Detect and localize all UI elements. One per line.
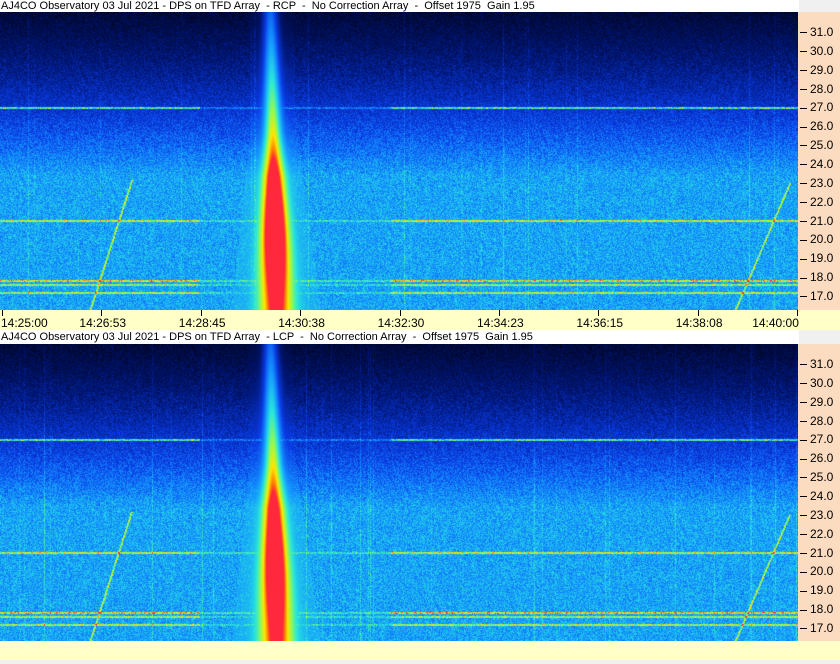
rcp-panel-title: AJ4CO Observatory 03 Jul 2021 - DPS on T… [0,0,799,12]
x-tick-label: 14:36:15 [576,316,624,330]
y-tick-label: 25.0 [800,139,833,151]
lcp-panel-title: AJ4CO Observatory 03 Jul 2021 - DPS on T… [0,330,799,344]
y-tick-label: 26.0 [800,120,833,132]
y-tick-label: 20.0 [800,233,833,245]
y-tick-label: 23.0 [800,177,833,189]
y-tick-label: 25.0 [800,471,833,483]
x-tick-label: 14:38:08 [675,316,723,330]
y-tick-label: 30.0 [800,377,833,389]
y-tick-label: 23.0 [800,509,833,521]
y-tick-label: 22.0 [800,196,833,208]
x-tick-label: 14:28:45 [178,316,226,330]
x-tick-label: 14:26:53 [79,316,127,330]
y-tick-label: 29.0 [800,64,833,76]
y-tick-label: 29.0 [800,396,833,408]
y-tick-label: 30.0 [800,45,833,57]
x-tick-label: 14:32:30 [377,316,425,330]
y-tick-label: 22.0 [800,528,833,540]
y-tick-label: 27.0 [800,433,833,445]
x-tick-label: 14:25:00 [1,316,48,330]
y-tick-label: 24.0 [800,158,833,170]
y-tick-label: 19.0 [800,252,833,264]
rcp-frequency-axis: 31.0 30.0 29.0 28.0 27.0 26.0 25.0 24.0 23.0 22.0… [798,12,840,310]
y-tick-label: 18.0 [800,603,833,615]
lcp-spectrogram [0,344,798,641]
y-tick-label: 19.0 [800,584,833,596]
lcp-frequency-axis: 31.0 30.0 29.0 28.0 27.0 26.0 25.0 24.0 23.0 22.0… [798,344,840,641]
y-tick-label: 17.0 [800,290,833,302]
bottom-time-axis [0,641,840,660]
y-tick-label: 28.0 [800,83,833,95]
rcp-spectrogram [0,12,798,310]
y-tick-label: 17.0 [800,622,833,634]
y-tick-label: 27.0 [800,101,833,113]
y-tick-label: 21.0 [800,547,833,559]
y-tick-label: 31.0 [800,26,833,38]
y-tick-label: 21.0 [800,215,833,227]
y-tick-label: 26.0 [800,452,833,464]
y-tick-label: 28.0 [800,415,833,427]
x-tick-label: 14:34:23 [477,316,524,330]
y-tick-label: 20.0 [800,565,833,577]
y-tick-label: 18.0 [800,271,833,283]
time-axis: 14:25:00 14:26:53 14:28:45 14:30:38 14:32:30… [0,310,840,330]
x-tick-label: 14:40:00 [752,316,799,330]
y-tick-label: 24.0 [800,490,833,502]
x-tick-label: 14:30:38 [278,316,325,330]
y-tick-label: 31.0 [800,358,833,370]
